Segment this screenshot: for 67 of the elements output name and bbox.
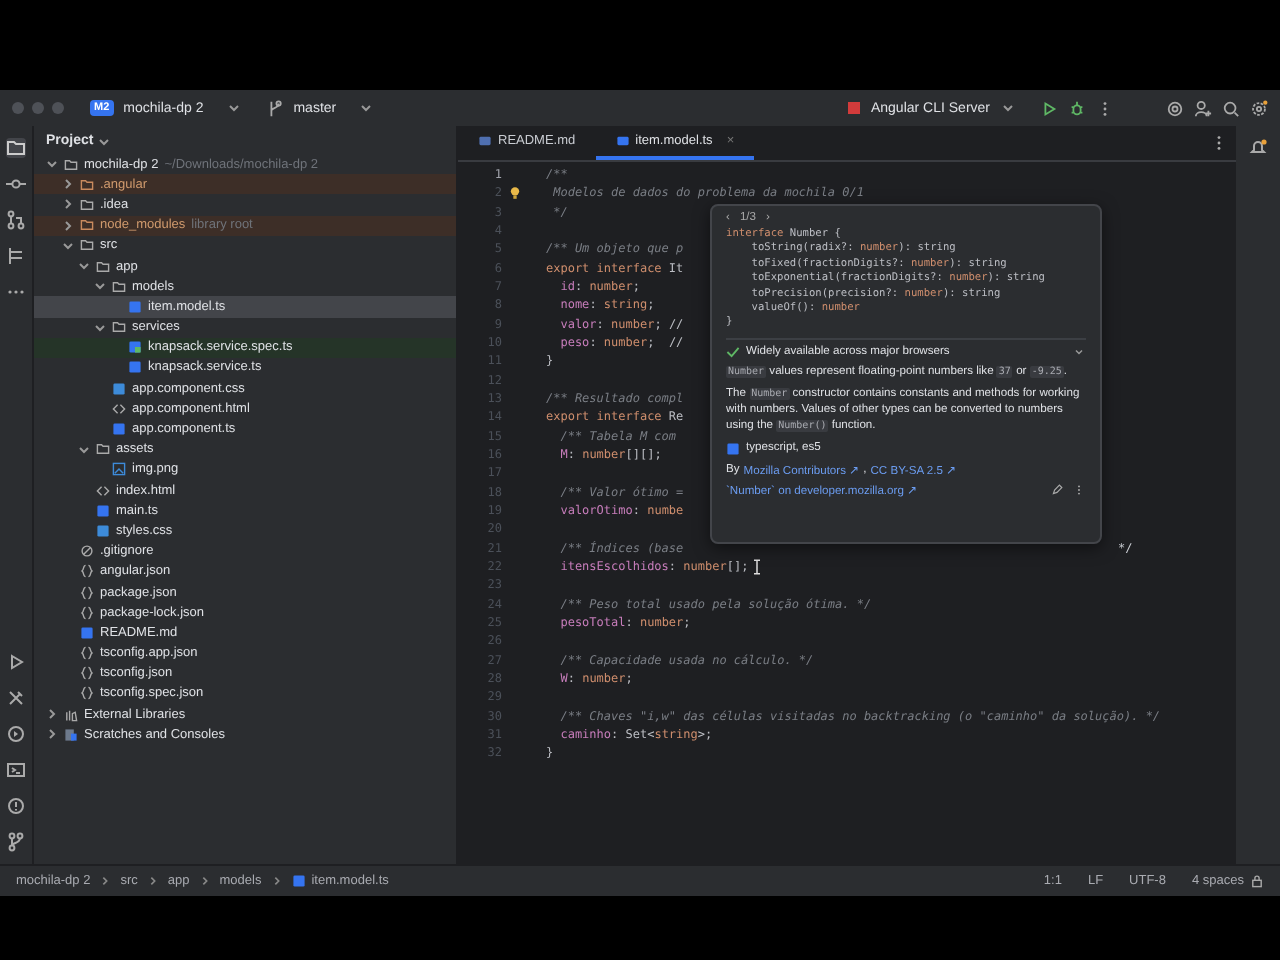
branch-icon: [265, 99, 284, 117]
debug-icon[interactable]: [1068, 99, 1086, 117]
app-icon: [848, 102, 861, 114]
file-icon: [615, 134, 630, 148]
folder-icon: [96, 442, 110, 457]
json-file-icon: [80, 605, 94, 620]
chevron-down-icon[interactable]: [360, 102, 373, 114]
notifications-icon[interactable]: [1248, 138, 1268, 158]
build-icon[interactable]: [6, 688, 26, 708]
ignore-file-icon: [80, 544, 94, 559]
folder-icon[interactable]: [6, 138, 26, 158]
json-file-icon: [80, 666, 94, 681]
settings-icon[interactable]: [1250, 99, 1268, 117]
services-icon[interactable]: [6, 724, 26, 744]
chevron-down-icon[interactable]: [78, 443, 90, 456]
chevron-right-icon[interactable]: [62, 219, 74, 232]
json-file-icon: [80, 686, 94, 701]
file-icon: [96, 503, 110, 518]
chevron-down-icon[interactable]: [62, 239, 74, 252]
chevron-right-icon[interactable]: [62, 178, 74, 191]
chevron-down-icon[interactable]: [46, 158, 58, 171]
commit-icon[interactable]: [6, 174, 26, 194]
search-icon[interactable]: [1222, 99, 1240, 117]
json-file-icon: [80, 564, 94, 579]
chevron-down-icon[interactable]: [227, 102, 240, 114]
assistant-icon[interactable]: [1166, 99, 1184, 117]
chevron-down-icon[interactable]: [1002, 102, 1014, 114]
html-file-icon: [96, 483, 110, 498]
run-icon[interactable]: [6, 652, 26, 672]
file-icon: [80, 625, 94, 640]
chevron-down-icon[interactable]: [78, 260, 90, 273]
chevron-right-icon: [100, 876, 111, 886]
file-icon: [726, 441, 740, 456]
run-icon[interactable]: [1040, 99, 1058, 117]
file-icon: [128, 299, 142, 314]
chevron-right-icon: [147, 876, 158, 886]
scratch-file-icon: [64, 727, 78, 742]
problems-icon[interactable]: [6, 796, 26, 816]
chevron-down-icon[interactable]: [1072, 345, 1086, 358]
chevron-right-icon[interactable]: [62, 198, 74, 211]
add-user-icon[interactable]: [1194, 99, 1212, 117]
file-icon: [478, 134, 492, 148]
stylesheet-file-icon: [96, 523, 110, 538]
json-file-icon: [80, 646, 94, 661]
lock-icon[interactable]: [1250, 874, 1264, 888]
lightbulb-icon[interactable]: [510, 186, 520, 201]
chevron-down-icon[interactable]: [97, 135, 110, 147]
pencil-icon[interactable]: [1050, 484, 1064, 497]
image-file-icon: [112, 462, 126, 477]
terminal-icon[interactable]: [6, 760, 26, 780]
html-file-icon: [112, 401, 126, 416]
json-file-icon: [80, 585, 94, 600]
chevron-right-icon: [199, 876, 210, 886]
file-icon: [291, 874, 306, 888]
pull-request-icon[interactable]: [6, 210, 26, 230]
chevron-down-icon[interactable]: [94, 280, 106, 293]
chevron-right-icon[interactable]: [46, 708, 58, 721]
chevron-down-icon[interactable]: [94, 321, 106, 334]
git-icon[interactable]: [6, 832, 26, 852]
chevron-right-icon: [271, 876, 282, 886]
structure-icon[interactable]: [6, 246, 26, 266]
chevron-right-icon[interactable]: [46, 728, 58, 741]
stylesheet-file-icon: [112, 381, 126, 396]
folder-icon: [112, 320, 126, 335]
library-icon: [64, 707, 78, 722]
file-icon: [112, 422, 126, 437]
check-icon: [726, 345, 740, 358]
